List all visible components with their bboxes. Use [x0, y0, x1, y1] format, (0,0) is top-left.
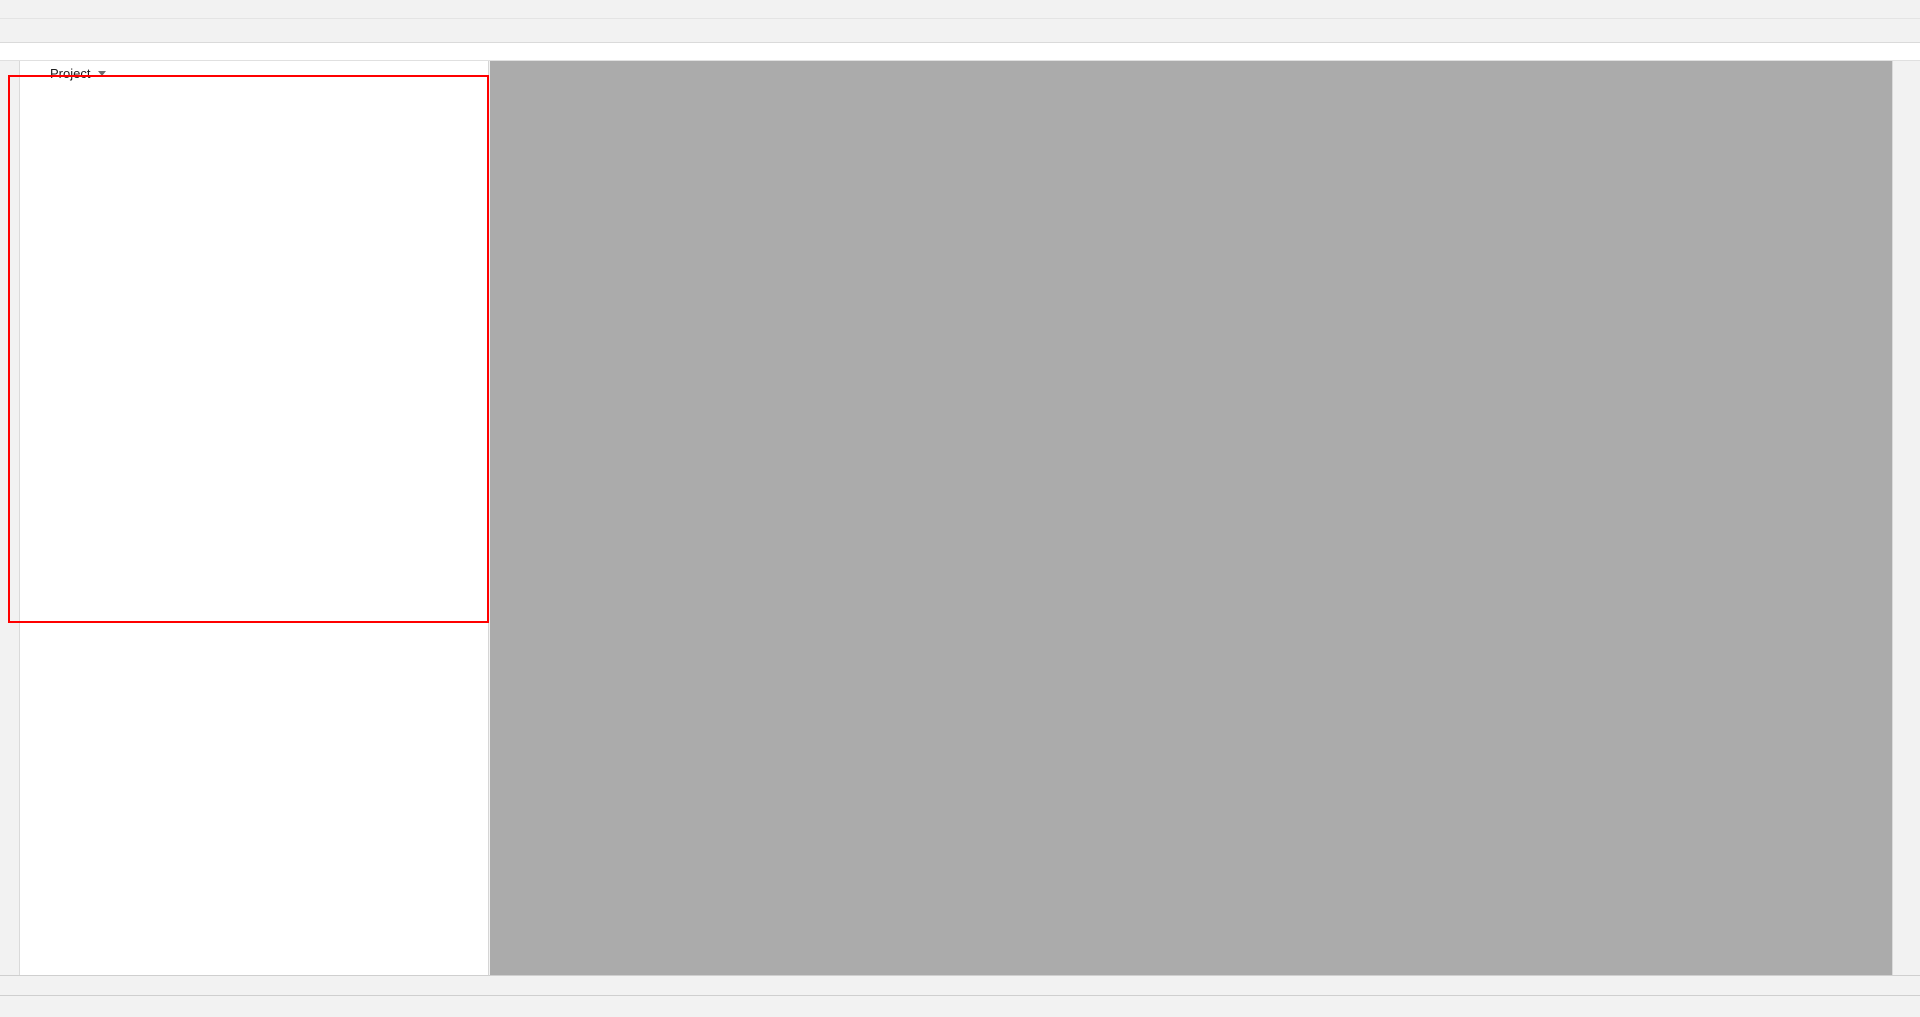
project-tree	[20, 85, 488, 99]
menu-bar	[0, 0, 1920, 19]
right-tool-stripe	[1892, 61, 1920, 975]
editor-empty-area	[490, 61, 1892, 975]
project-tab-icon	[30, 66, 44, 80]
status-bar	[0, 995, 1920, 1017]
left-tool-stripe	[0, 61, 20, 975]
tool-window-bar	[0, 975, 1920, 995]
chevron-down-icon[interactable]	[98, 71, 106, 76]
main-toolbar	[0, 19, 1920, 43]
breadcrumb	[0, 43, 1920, 61]
project-panel-header: Project	[20, 61, 488, 85]
main-content: Project	[0, 61, 1920, 975]
project-panel-title[interactable]: Project	[50, 66, 90, 81]
project-tool-window: Project	[20, 61, 489, 975]
